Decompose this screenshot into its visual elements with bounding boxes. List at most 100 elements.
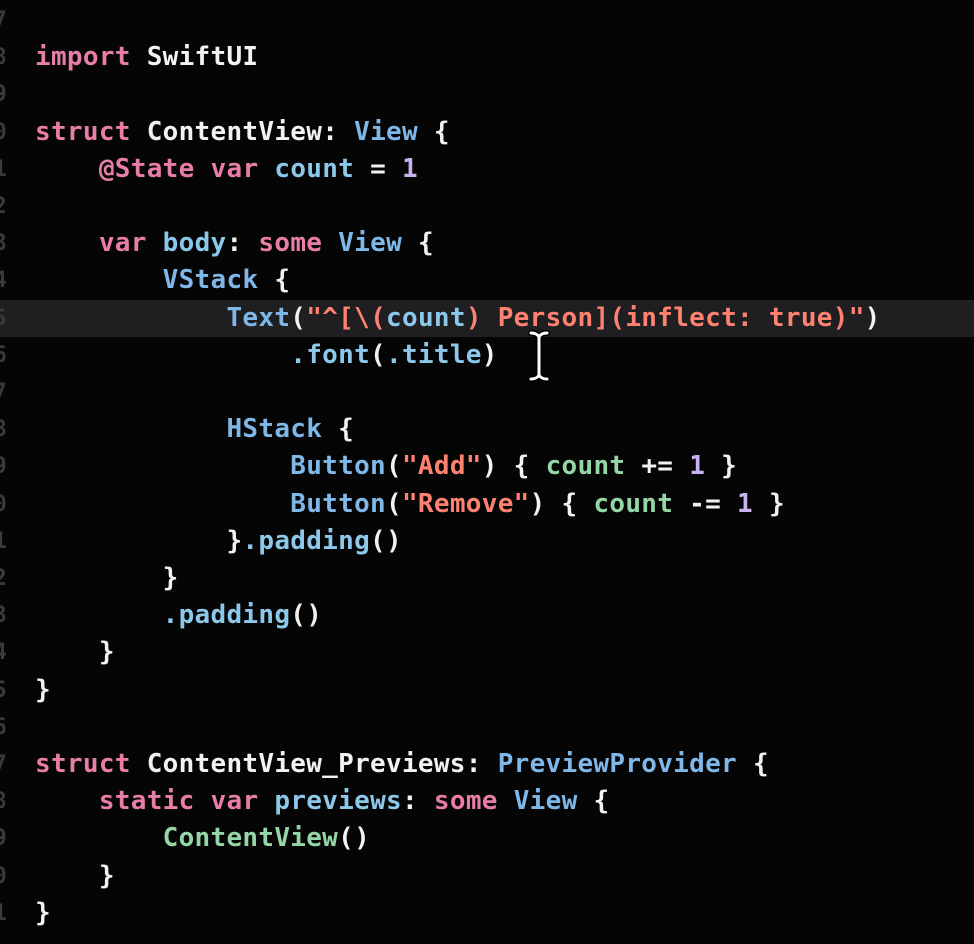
code-text: } <box>35 560 179 597</box>
code-token: count <box>386 303 466 333</box>
code-text: Button("Add") { count += 1 } <box>35 448 737 485</box>
code-line[interactable]: 4 } <box>0 634 974 671</box>
code-text: struct ContentView_Previews: PreviewProv… <box>35 746 769 783</box>
code-token: -= <box>673 489 738 519</box>
code-line[interactable]: 7 <box>0 374 974 411</box>
code-line[interactable]: 3 var body: some View { <box>0 225 974 262</box>
code-line[interactable]: 8 HStack { <box>0 411 974 448</box>
code-token: ) <box>481 340 498 370</box>
code-line[interactable]: 0 struct ContentView: View { <box>0 114 974 151</box>
code-line[interactable]: 1 @State var count = 1 <box>0 151 974 188</box>
code-token: .font <box>290 340 371 370</box>
code-line[interactable]: 0 } <box>0 858 974 895</box>
code-token: Text <box>226 303 291 333</box>
current-code-line[interactable]: 5 Text("^[\(count) Person](inflect: true… <box>0 300 974 337</box>
code-text: VStack { <box>35 262 290 299</box>
code-line[interactable]: 8 import SwiftUI <box>0 39 974 76</box>
code-token: PreviewProvider <box>497 749 737 779</box>
code-token: : <box>226 228 259 258</box>
code-line[interactable]: 6 <box>0 709 974 746</box>
line-number: 7 <box>0 752 7 777</box>
code-text: .font(.title) <box>35 337 498 374</box>
code-line[interactable]: 2 } <box>0 560 974 597</box>
code-line[interactable]: 9 <box>0 76 974 113</box>
code-text: var body: some View { <box>35 225 434 262</box>
line-number: 8 <box>0 45 7 70</box>
code-line[interactable]: 8 static var previews: some View { <box>0 783 974 820</box>
code-token: "Add" <box>401 451 482 481</box>
line-number: 4 <box>0 640 7 665</box>
code-line[interactable]: 2 <box>0 188 974 225</box>
code-token: VStack <box>162 265 259 295</box>
line-number: 1 <box>0 529 7 554</box>
code-text: .padding() <box>35 597 322 634</box>
line-number: 8 <box>0 417 7 442</box>
line-number: 3 <box>0 231 7 256</box>
line-number: 4 <box>0 268 7 293</box>
code-token: { <box>258 265 291 295</box>
code-token: HStack <box>226 414 323 444</box>
code-token: "Remove" <box>401 489 530 519</box>
code-line[interactable]: 4 VStack { <box>0 262 974 299</box>
line-number: 9 <box>0 454 7 479</box>
code-text: Text("^[\(count) Person](inflect: true)"… <box>35 300 881 337</box>
line-number: 0 <box>0 120 7 145</box>
code-token: some <box>258 228 323 258</box>
i-beam-cursor-icon <box>528 330 550 382</box>
code-line[interactable]: 9 Button("Add") { count += 1 } <box>0 448 974 485</box>
code-token: } <box>753 489 785 519</box>
code-token: View <box>338 228 403 258</box>
code-token: } <box>35 563 179 593</box>
code-token: } <box>35 861 115 891</box>
code-token: ( <box>386 489 402 519</box>
code-token: SwiftUI <box>130 42 259 72</box>
code-token: struct <box>35 749 131 779</box>
line-number: 2 <box>0 194 7 219</box>
code-token: () <box>338 823 371 853</box>
line-number: 1 <box>0 901 7 926</box>
code-token: var <box>98 228 147 258</box>
code-token: static <box>98 786 195 816</box>
code-token: ( <box>290 303 307 333</box>
code-line[interactable]: 1 }.padding() <box>0 523 974 560</box>
code-editor[interactable]: 7 8 import SwiftUI 9 0 struct ContentView: Vi… <box>0 0 974 944</box>
code-line[interactable]: 6 .font(.title) <box>0 337 974 374</box>
code-token: some <box>433 786 498 816</box>
code-text: } <box>35 858 115 895</box>
line-number: 8 <box>0 789 7 814</box>
code-token: 1 <box>689 451 706 481</box>
code-text: @State var count = 1 <box>35 151 418 188</box>
code-token: } <box>35 526 243 556</box>
code-token: ) Person](inflect: true)" <box>465 303 865 333</box>
code-text: } <box>35 634 115 671</box>
code-text: } <box>35 895 51 932</box>
code-token: @State <box>98 154 195 184</box>
code-token: } <box>705 451 738 481</box>
code-text: static var previews: some View { <box>35 783 609 820</box>
code-token: += <box>625 451 690 481</box>
code-line[interactable]: 1} <box>0 895 974 932</box>
code-token: : <box>465 749 498 779</box>
code-line[interactable]: 9 ContentView() <box>0 820 974 857</box>
code-line[interactable]: 7 struct ContentView_Previews: PreviewPro… <box>0 746 974 783</box>
code-text: ContentView() <box>35 820 370 857</box>
code-line[interactable]: 5} <box>0 672 974 709</box>
code-token: { <box>417 117 450 147</box>
code-token: View <box>354 117 418 147</box>
code-token: struct <box>35 117 131 147</box>
code-line[interactable]: 0 Button("Remove") { count -= 1 } <box>0 486 974 523</box>
code-token: { <box>402 228 434 258</box>
code-token: } <box>35 637 115 667</box>
line-number: 7 <box>0 8 7 33</box>
code-line[interactable]: 7 <box>0 2 974 39</box>
code-token: ) { <box>481 451 546 481</box>
code-line[interactable]: 3 .padding() <box>0 597 974 634</box>
